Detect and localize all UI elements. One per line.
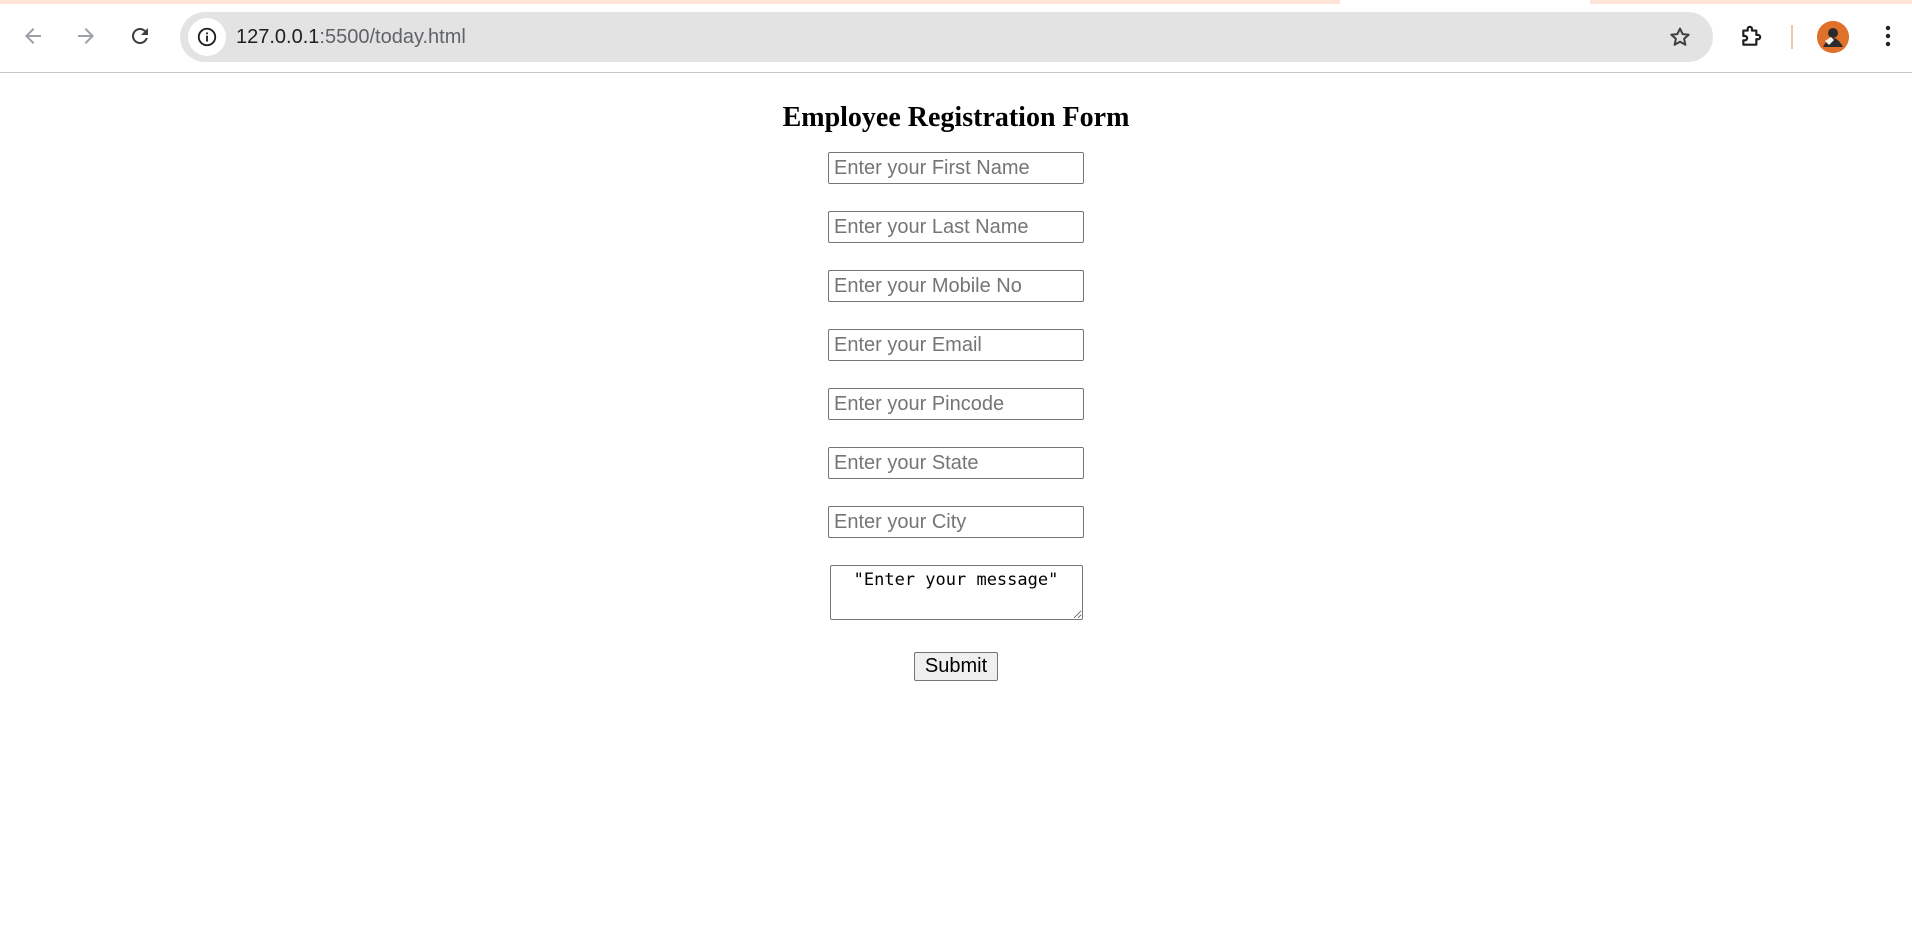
browser-menu-button[interactable] — [1876, 20, 1900, 52]
first-name-input[interactable] — [828, 152, 1084, 184]
last-name-input[interactable] — [828, 211, 1084, 243]
profile-avatar[interactable] — [1817, 21, 1849, 53]
form-row — [0, 447, 1912, 506]
back-button[interactable] — [16, 19, 50, 53]
browser-toolbar: 127.0.0.1:5500/today.html — [0, 0, 1912, 73]
form-row — [0, 506, 1912, 565]
reload-icon — [132, 28, 148, 44]
email-input[interactable] — [828, 329, 1084, 361]
arrow-right-icon — [78, 28, 94, 44]
puzzle-icon — [1742, 25, 1762, 46]
toolbar-divider — [1791, 25, 1793, 49]
url-text[interactable]: 127.0.0.1:5500/today.html — [236, 12, 466, 62]
url-host: 127.0.0.1 — [236, 26, 320, 48]
form-title: Employee Registration Form — [782, 102, 1130, 133]
submit-button[interactable]: Submit — [913, 652, 999, 681]
form-row — [0, 270, 1912, 329]
avatar-icon — [1817, 21, 1849, 53]
star-icon — [1670, 27, 1690, 46]
city-input[interactable] — [828, 506, 1084, 538]
form-row: "Enter your message" — [0, 565, 1912, 620]
form-row — [0, 388, 1912, 447]
state-input[interactable] — [828, 447, 1084, 479]
form-row — [0, 211, 1912, 270]
kebab-menu-icon — [1885, 25, 1891, 47]
arrow-left-icon — [25, 28, 41, 44]
tab-strip-accent — [1590, 0, 1912, 4]
tab-strip-accent — [0, 0, 1340, 4]
message-textarea[interactable]: "Enter your message" — [829, 565, 1083, 620]
forward-button[interactable] — [69, 19, 103, 53]
reload-button[interactable] — [123, 19, 157, 53]
form-row — [0, 329, 1912, 388]
pincode-input[interactable] — [828, 388, 1084, 420]
site-info-button[interactable] — [188, 18, 226, 56]
info-icon — [197, 27, 217, 47]
url-path: :5500/today.html — [319, 26, 466, 48]
registration-form: Employee Registration Form "Enter your m… — [0, 102, 1912, 681]
mobile-input[interactable] — [828, 270, 1084, 302]
extensions-button[interactable] — [1736, 20, 1768, 52]
bookmark-button[interactable] — [1667, 24, 1693, 50]
form-row — [0, 152, 1912, 211]
page-content: Employee Registration Form "Enter your m… — [0, 73, 1912, 949]
address-bar[interactable]: 127.0.0.1:5500/today.html — [180, 12, 1713, 62]
